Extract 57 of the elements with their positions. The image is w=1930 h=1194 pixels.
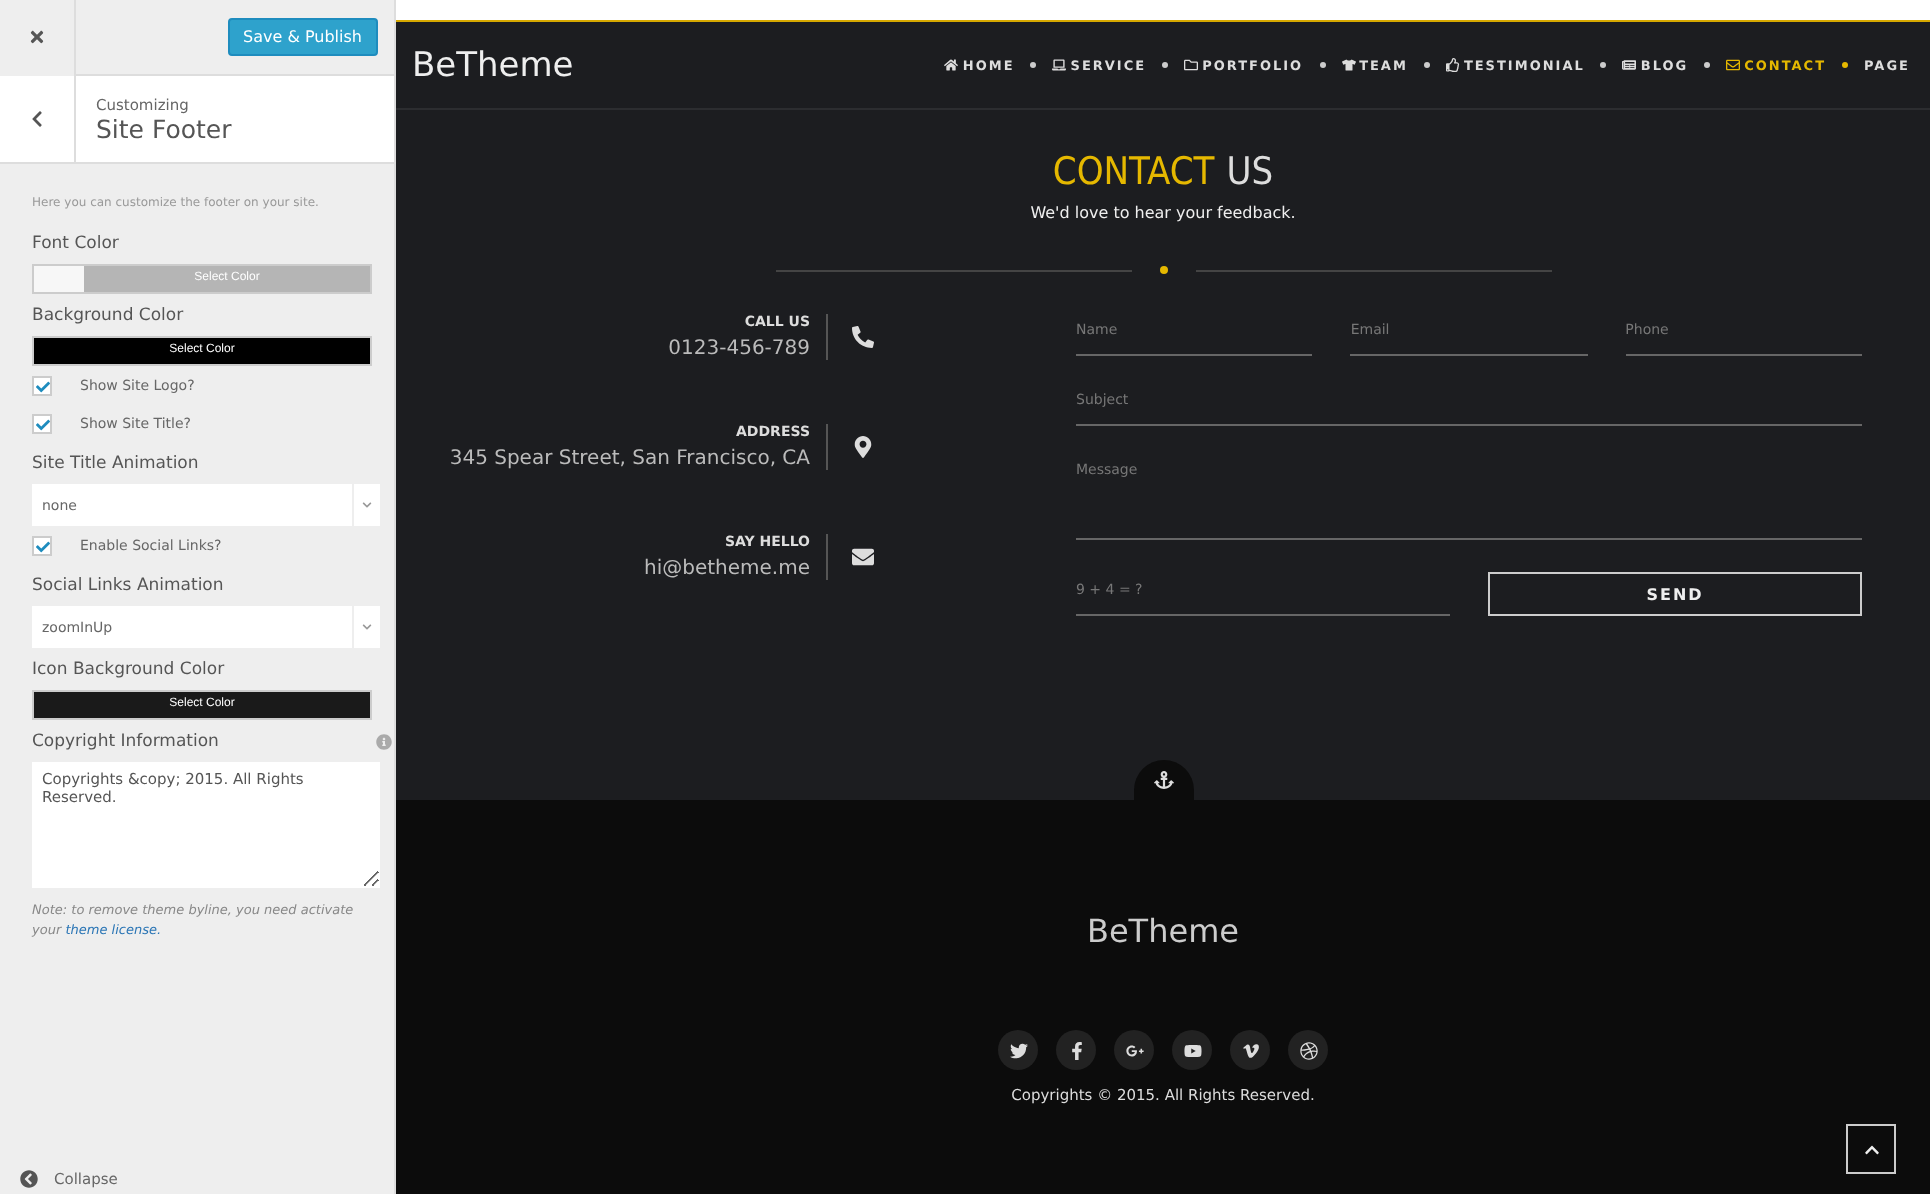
section-title: Site Footer [96, 113, 232, 143]
envelope-icon [1726, 58, 1741, 72]
divider-dot [1159, 266, 1167, 274]
contact-value: 0123-456-789 [668, 338, 810, 360]
separator-dot [1704, 62, 1711, 68]
dribbble-icon [1299, 1041, 1317, 1059]
checkbox[interactable] [32, 376, 52, 396]
separator-dot [1842, 62, 1849, 68]
contact-value: 345 Spear Street, San Francisco, CA [449, 448, 810, 470]
chevron-down-icon [362, 500, 372, 510]
field-label: Icon Background Color [32, 660, 227, 680]
separator-dot [1600, 62, 1607, 68]
newspaper-icon [1622, 58, 1637, 72]
checkbox[interactable] [32, 414, 52, 434]
collapse-icon [20, 1170, 38, 1188]
shirt-icon [1341, 58, 1356, 72]
field-label: Social Links Animation [32, 576, 226, 596]
field-label: Font Color [32, 234, 121, 254]
house-icon [944, 58, 959, 72]
phone-icon [851, 326, 873, 348]
anchor-icon [1153, 770, 1173, 790]
send-button[interactable]: SEND [1488, 572, 1862, 616]
vimeo-icon [1241, 1041, 1259, 1059]
laptop-icon [1052, 58, 1067, 72]
social-link[interactable] [1230, 1030, 1270, 1070]
field-label: Site Title Animation [32, 454, 201, 474]
map-pin-icon [851, 436, 873, 458]
separator-dot [1162, 62, 1169, 68]
chevron-left-icon [28, 110, 46, 128]
twitter-icon [1009, 1041, 1027, 1059]
social-link[interactable] [998, 1030, 1038, 1070]
checkbox[interactable] [32, 536, 52, 556]
chevron-up-icon [1863, 1141, 1879, 1157]
chevron-down-icon [362, 622, 372, 632]
separator-dot [1423, 62, 1430, 68]
subtitle: We'd love to hear your feedback. [1030, 204, 1296, 222]
back-to-top-button[interactable] [1846, 1124, 1896, 1174]
site-logo: BeTheme [412, 45, 574, 85]
thumbs-up-icon [1445, 58, 1460, 72]
contact-value: hi@betheme.me [644, 558, 810, 580]
social-link[interactable] [1172, 1030, 1212, 1070]
social-link[interactable] [1056, 1030, 1096, 1070]
footer-logo: BeTheme [1086, 912, 1239, 950]
separator-dot [1319, 62, 1326, 68]
close-icon [28, 28, 46, 46]
field-label: Copyright Information [32, 732, 219, 752]
google-plus-icon [1125, 1041, 1143, 1059]
field-label: Background Color [32, 306, 186, 326]
youtube-icon [1183, 1041, 1201, 1059]
social-link[interactable] [1114, 1030, 1154, 1070]
social-link[interactable] [1288, 1030, 1328, 1070]
envelope-icon [851, 546, 873, 568]
heading-text: US [1226, 150, 1274, 194]
folder-icon [1184, 58, 1199, 72]
facebook-icon [1067, 1041, 1085, 1059]
heading-accent: CONTACT [1052, 150, 1215, 194]
separator-dot [1030, 62, 1037, 68]
